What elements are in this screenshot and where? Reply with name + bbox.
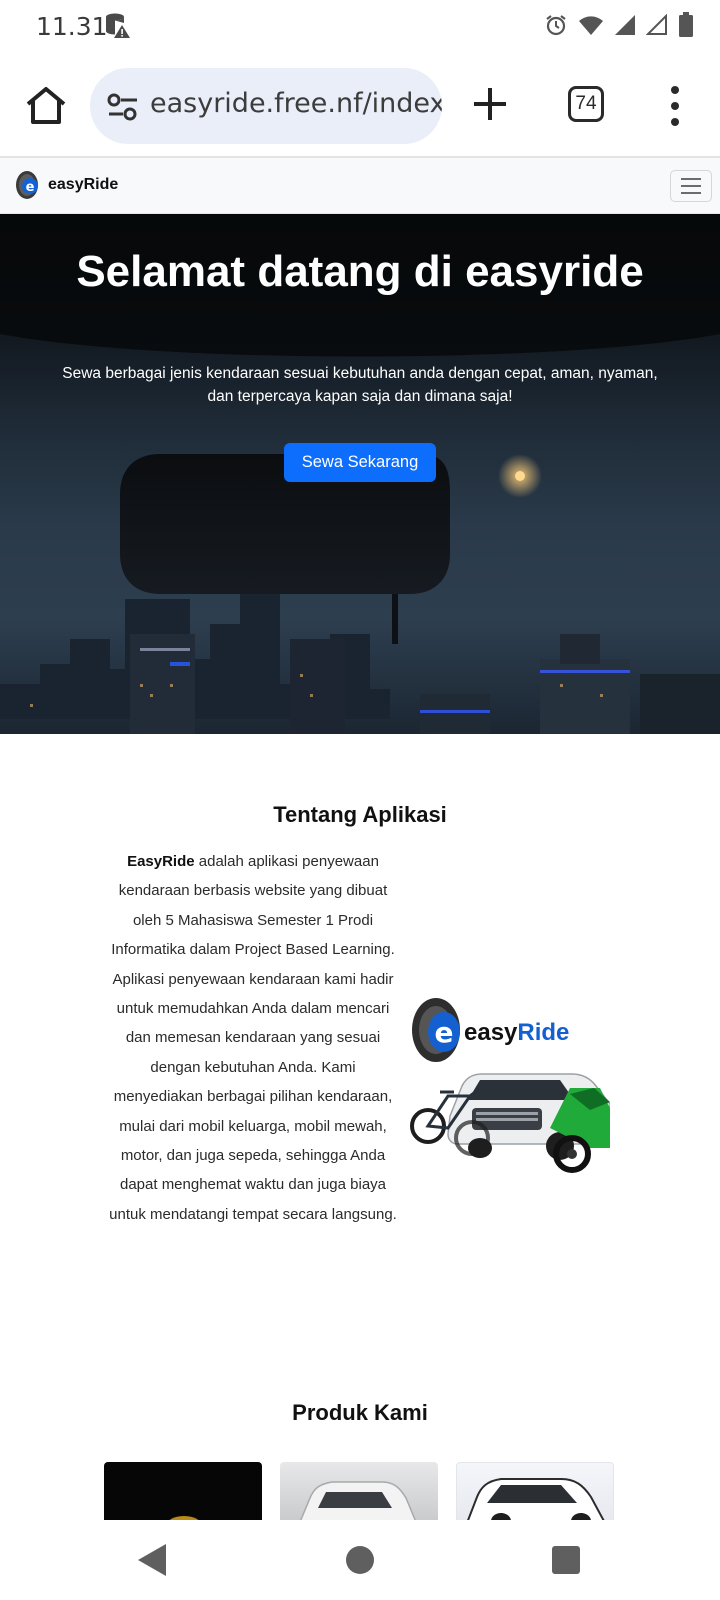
about-brand: EasyRide	[127, 853, 195, 870]
easyride-logo-image: e easyRide	[410, 998, 610, 1173]
url-text[interactable]: easyride.free.nf/index.p	[150, 88, 442, 119]
android-nav-bar	[0, 1520, 720, 1600]
about-body: adalah aplikasi penyewaan kendaraan berb…	[109, 853, 397, 1223]
product-card[interactable]	[280, 1462, 438, 1522]
wifi-icon	[579, 16, 603, 35]
svg-text:e: e	[435, 1016, 454, 1049]
home-icon[interactable]	[22, 82, 70, 130]
tab-count: 74	[575, 93, 597, 114]
site-settings-icon[interactable]	[106, 92, 140, 122]
svg-text:e: e	[26, 180, 35, 195]
brand-name[interactable]: easyRide	[48, 176, 118, 194]
svg-text:easyRide: easyRide	[464, 1019, 569, 1046]
hero-section: Selamat datang di easyride Sewa berbagai…	[0, 214, 720, 734]
status-icons	[544, 12, 694, 38]
brand-logo-icon[interactable]: e	[15, 170, 41, 200]
products-title: Produk Kami	[292, 1400, 428, 1425]
product-card[interactable]	[104, 1462, 262, 1522]
product-image	[167, 1516, 201, 1522]
signal-outline-icon	[646, 14, 667, 35]
alarm-icon	[546, 15, 566, 36]
plus-icon[interactable]	[470, 84, 510, 124]
product-image	[299, 1481, 417, 1522]
recents-icon[interactable]	[552, 1546, 580, 1574]
more-vert-icon[interactable]	[660, 84, 690, 128]
status-bar: 11.31	[0, 0, 720, 56]
signal-icon	[615, 15, 635, 35]
about-title: Tentang Aplikasi	[273, 802, 447, 827]
hero-title: Selamat datang di easyride	[76, 247, 644, 296]
home-circle-icon[interactable]	[346, 1546, 374, 1574]
hamburger-icon[interactable]	[670, 170, 712, 202]
tab-switcher-button[interactable]: 74	[568, 86, 604, 122]
address-bar[interactable]: easyride.free.nf/index.p	[90, 68, 442, 144]
rent-now-button[interactable]: Sewa Sekarang	[284, 443, 436, 482]
status-time: 11.31	[36, 12, 108, 41]
product-image	[466, 1478, 606, 1521]
logo-text-ride: Ride	[517, 1019, 569, 1046]
browser-toolbar: easyride.free.nf/index.p 74	[0, 56, 720, 158]
battery-icon	[679, 12, 693, 37]
hero-subtitle: Sewa berbagai jenis kendaraan sesuai keb…	[62, 365, 658, 405]
logo-text-easy: easy	[464, 1019, 518, 1046]
back-icon[interactable]	[136, 1542, 168, 1578]
database-warning-icon	[106, 13, 130, 38]
product-card[interactable]	[456, 1462, 614, 1522]
about-text: EasyRide adalah aplikasi penyewaan kenda…	[108, 847, 398, 1229]
site-navbar: e easyRide	[0, 158, 720, 214]
